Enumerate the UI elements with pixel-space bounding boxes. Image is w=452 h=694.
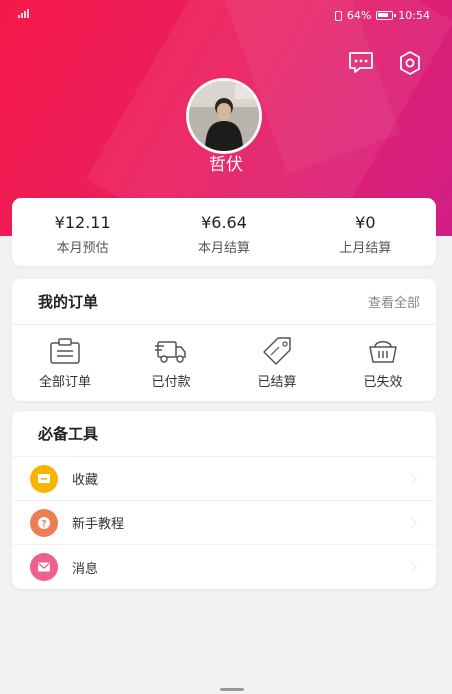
earning-value: ¥12.11 — [54, 213, 111, 232]
delivery-truck-icon — [155, 341, 186, 363]
order-filter-label: 已失效 — [363, 375, 403, 390]
tool-label: 消息 — [72, 561, 99, 577]
message-icon[interactable] — [347, 50, 375, 76]
earning-settled-last-month[interactable]: ¥0 上月结算 — [295, 198, 436, 266]
orders-header: 我的订单 查看全部 — [12, 279, 436, 325]
earning-estimate-month[interactable]: ¥12.11 本月预估 — [12, 198, 153, 266]
chevron-right-icon — [410, 517, 418, 529]
favorites-icon — [30, 464, 58, 493]
order-filter-all[interactable]: 全部订单 — [12, 337, 118, 390]
signal-icon — [18, 9, 29, 18]
earning-value: ¥6.64 — [201, 213, 247, 232]
tool-item-favorites[interactable]: 收藏 — [12, 457, 436, 501]
avatar-photo — [189, 81, 259, 151]
message-icon — [30, 553, 58, 581]
chevron-right-icon — [410, 473, 418, 485]
order-filter-settled[interactable]: 已结算 — [224, 337, 330, 390]
tutorial-icon: ? — [30, 508, 58, 537]
earning-label: 本月结算 — [197, 241, 250, 256]
my-orders-card: 我的订单 查看全部 全部订单 已付款 已结算 已失效 — [12, 279, 436, 401]
chevron-right-icon — [410, 561, 418, 573]
basket-icon — [369, 341, 397, 363]
view-all-orders-link[interactable]: 查看全部 — [368, 292, 420, 311]
gear-icon[interactable] — [396, 50, 424, 76]
sale-tag-icon — [263, 337, 291, 365]
earnings-card: ¥12.11 本月预估 ¥6.64 本月结算 ¥0 上月结算 — [12, 198, 436, 266]
battery-icon — [376, 11, 397, 20]
earning-label: 上月结算 — [339, 241, 392, 256]
clock: 10:54 — [398, 9, 430, 22]
vibrate-icon — [334, 10, 342, 21]
earning-settled-month[interactable]: ¥6.64 本月结算 — [153, 198, 294, 266]
username: 哲伏 — [209, 155, 243, 175]
tool-label: 新手教程 — [72, 517, 125, 532]
earning-value: ¥0 — [355, 213, 376, 232]
tools-title: 必备工具 — [38, 425, 99, 443]
order-filter-paid[interactable]: 已付款 — [118, 337, 224, 390]
tools-header: 必备工具 — [12, 411, 436, 457]
home-indicator — [220, 688, 244, 691]
battery-percent: 64% — [346, 9, 372, 22]
clipboard-icon — [50, 338, 80, 364]
tool-item-tutorial[interactable]: ? 新手教程 — [12, 501, 436, 545]
tool-label: 收藏 — [72, 473, 99, 488]
svg-text:?: ? — [41, 519, 46, 529]
tool-item-messages[interactable]: 消息 — [12, 545, 436, 589]
avatar[interactable] — [186, 78, 262, 154]
tools-card: 必备工具 收藏 ? 新手教程 消息 — [12, 411, 436, 589]
earning-label: 本月预估 — [56, 241, 109, 256]
status-bar: 64% 10:54 — [0, 0, 452, 30]
order-filter-label: 全部订单 — [38, 375, 91, 390]
order-filter-label: 已付款 — [151, 375, 191, 390]
orders-title: 我的订单 — [38, 293, 99, 311]
order-filter-label: 已结算 — [257, 375, 297, 390]
order-filter-expired[interactable]: 已失效 — [330, 337, 436, 390]
